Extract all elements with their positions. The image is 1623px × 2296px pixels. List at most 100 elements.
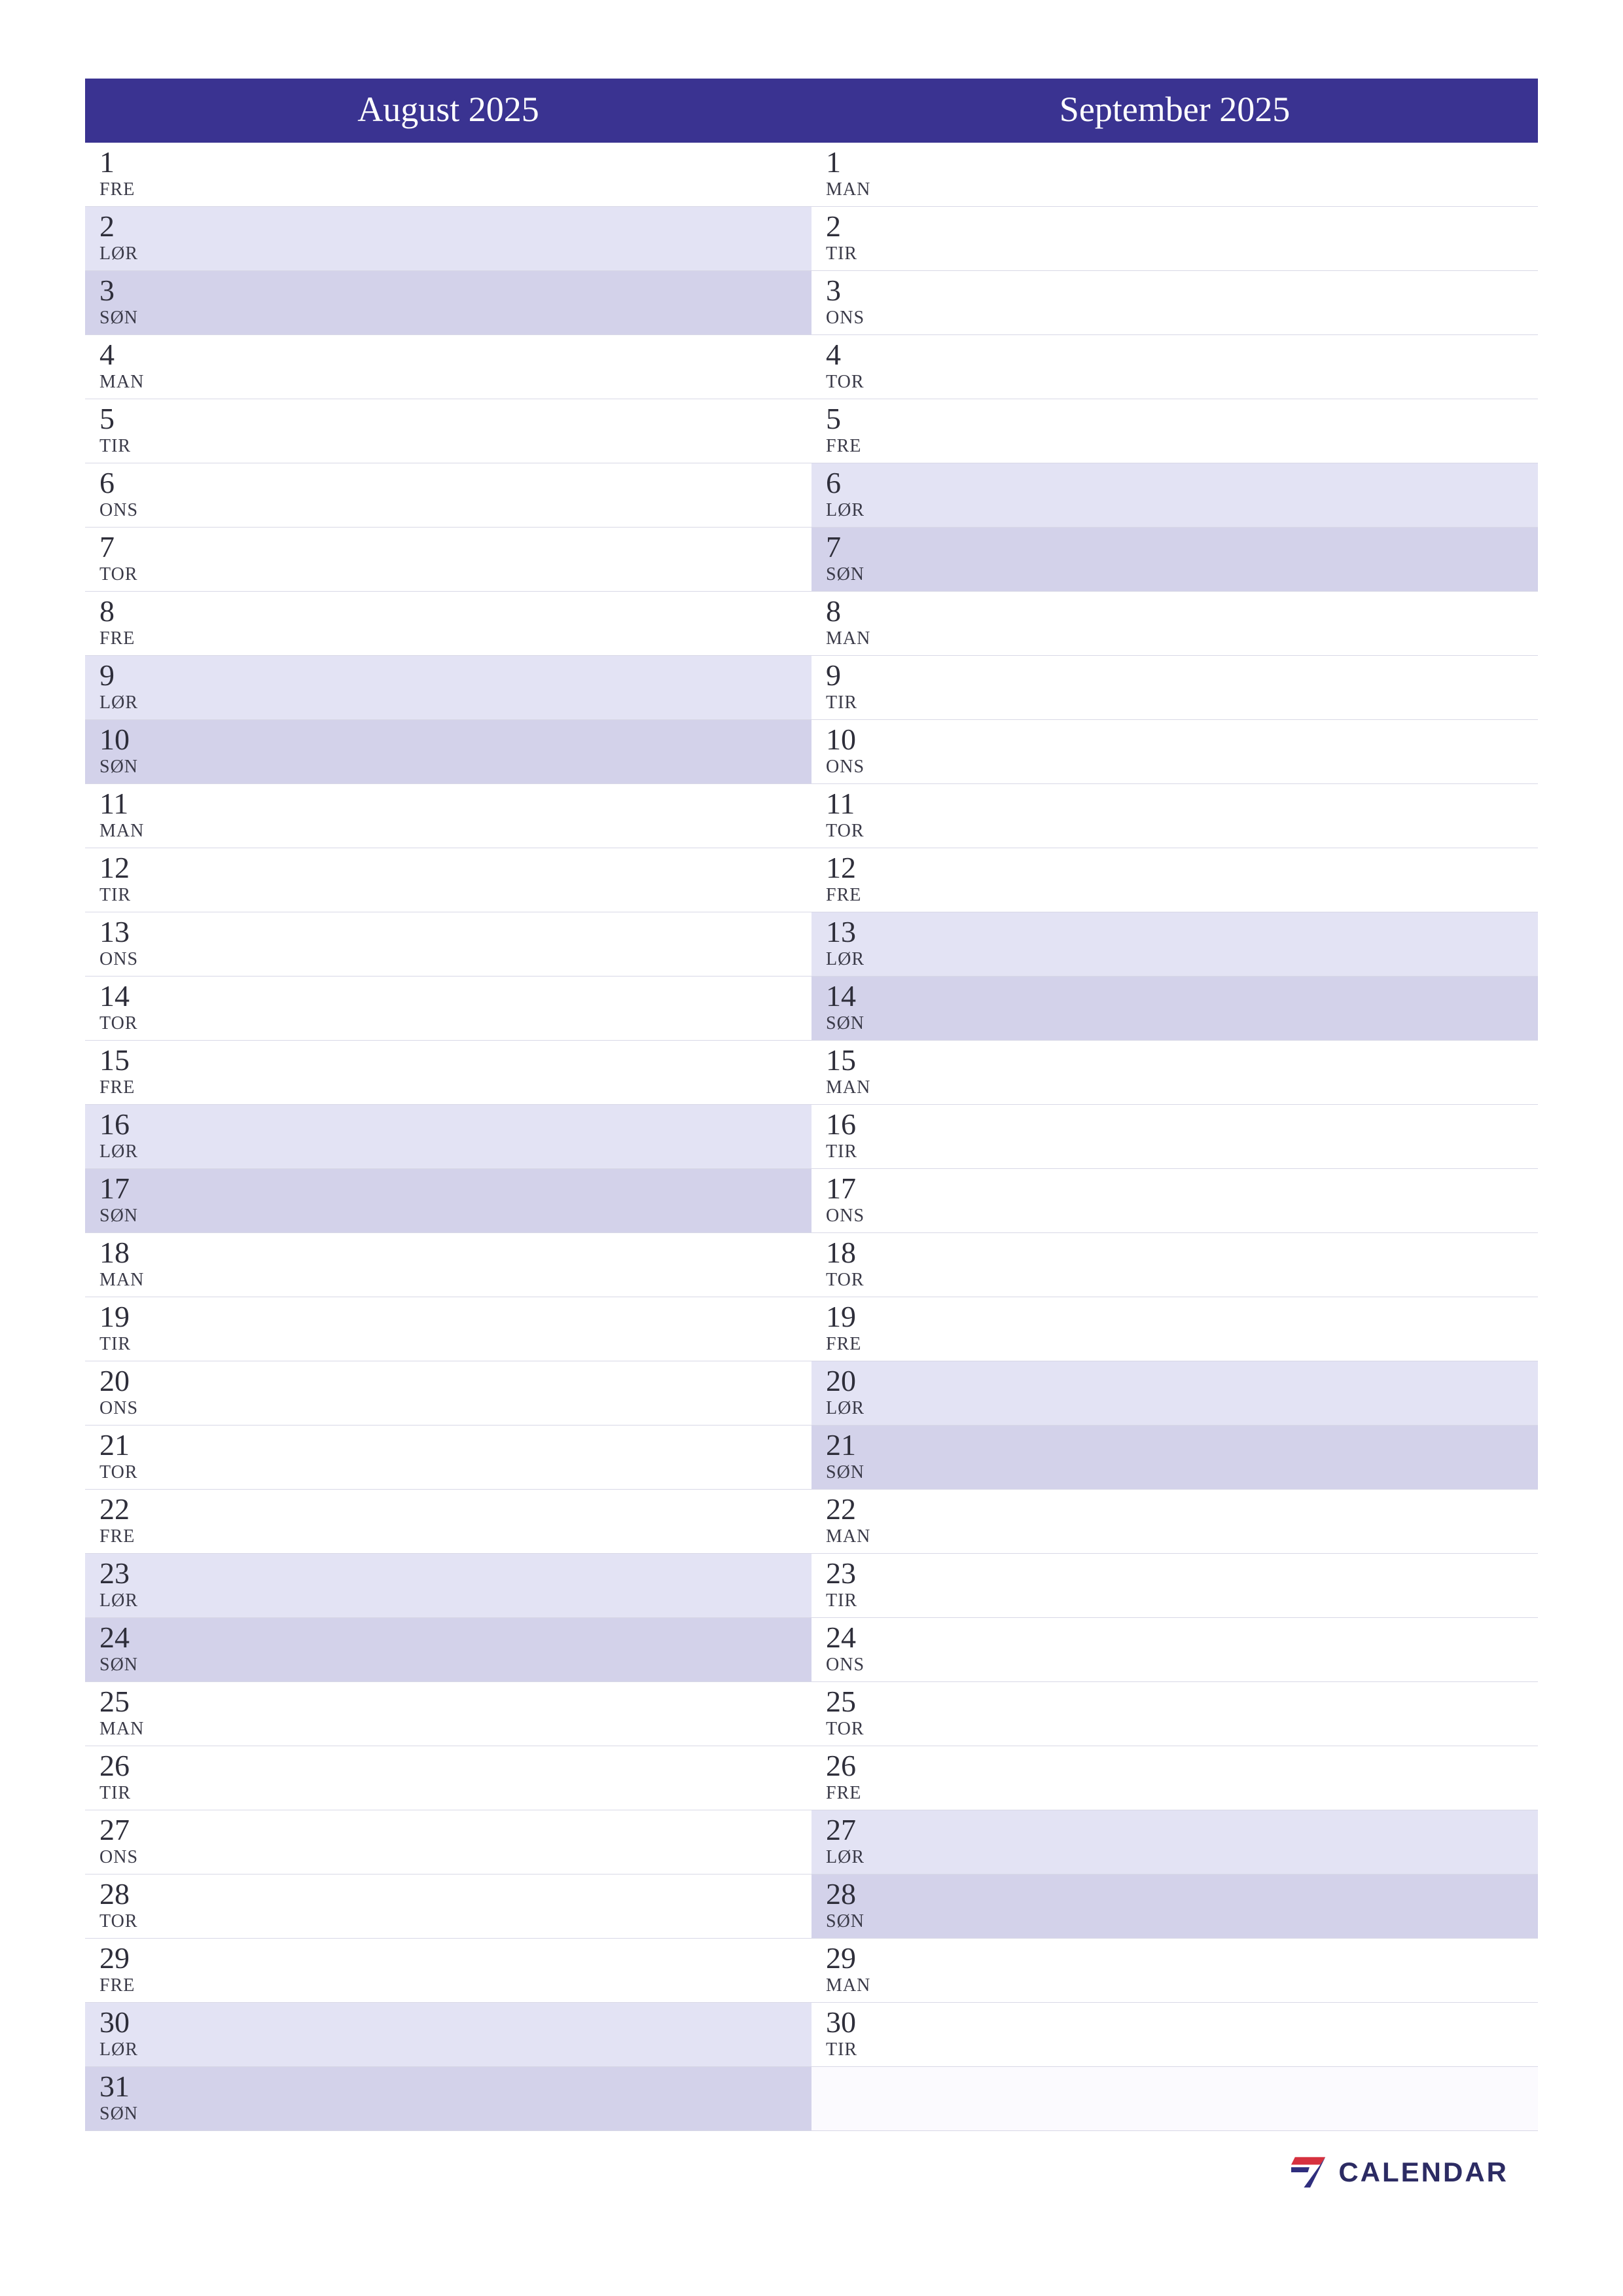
day-label: 16TIR [826,1109,891,1162]
day-label: 21SØN [826,1429,891,1483]
day-name: TIR [826,2039,857,2060]
day-number: 22 [826,1494,856,1525]
day-label: 15FRE [99,1045,165,1098]
day-label: 22MAN [826,1494,891,1547]
day-label: 25MAN [99,1686,165,1740]
month-column-left: August 2025 1FRE2LØR3SØN4MAN5TIR6ONS7TOR… [85,79,812,2131]
day-name: FRE [99,179,135,200]
day-label: 29MAN [826,1943,891,1996]
day-name: FRE [826,436,861,457]
brand-text: CALENDAR [1338,2157,1508,2188]
day-row: 27LØR [812,1810,1538,1874]
day-label: 14TOR [99,980,165,1034]
day-name: ONS [99,1398,138,1419]
day-row: 19FRE [812,1297,1538,1361]
day-label: 31SØN [99,2071,165,2125]
day-row: 2TIR [812,207,1538,271]
day-name: TOR [826,372,865,393]
day-label: 13LØR [826,916,891,970]
day-row: 26FRE [812,1746,1538,1810]
day-name: TIR [99,436,131,457]
day-label: 10ONS [826,724,891,778]
calendar-container: August 2025 1FRE2LØR3SØN4MAN5TIR6ONS7TOR… [85,79,1538,2131]
day-number: 5 [99,403,115,435]
day-label: 18MAN [99,1237,165,1291]
day-name: LØR [99,1590,138,1611]
day-number: 5 [826,403,841,435]
day-row: 9LØR [85,656,812,720]
day-number: 21 [99,1429,130,1461]
brand-logo: CALENDAR [1291,2153,1508,2191]
day-row: 28SØN [812,1874,1538,1939]
day-number: 19 [826,1301,856,1333]
day-name: TIR [826,1590,857,1611]
day-name: ONS [99,1847,138,1868]
day-row: 16TIR [812,1105,1538,1169]
day-name: TIR [826,1141,857,1162]
day-row: 20LØR [812,1361,1538,1426]
day-number: 20 [826,1365,856,1397]
day-number: 1 [826,147,841,178]
day-label: 28TOR [99,1878,165,1932]
day-row: 15MAN [812,1041,1538,1105]
day-label: 9LØR [99,660,165,713]
day-label: 24SØN [99,1622,165,1676]
day-row: 31SØN [85,2067,812,2131]
day-name: LØR [826,500,865,521]
day-row: 22FRE [85,1490,812,1554]
day-row: 5TIR [85,399,812,463]
day-label: 13ONS [99,916,165,970]
day-row: 7TOR [85,528,812,592]
day-row: 23TIR [812,1554,1538,1618]
day-row: 21TOR [85,1426,812,1490]
day-name: FRE [826,1783,861,1804]
day-number: 27 [826,1814,856,1846]
day-name: TIR [99,885,131,906]
day-number: 8 [826,596,841,627]
day-number: 16 [826,1109,856,1140]
day-label: 8FRE [99,596,165,649]
day-label: 17SØN [99,1173,165,1227]
day-number: 27 [99,1814,130,1846]
day-row: 7SØN [812,528,1538,592]
day-number: 16 [99,1109,130,1140]
day-name: MAN [826,628,870,649]
day-number: 6 [826,467,841,499]
day-row: 16LØR [85,1105,812,1169]
day-name: TOR [826,1270,865,1291]
day-row: 9TIR [812,656,1538,720]
day-name: ONS [826,757,865,778]
day-number: 10 [826,724,856,755]
day-number: 22 [99,1494,130,1525]
day-name: TIR [99,1334,131,1355]
day-name: LØR [99,243,138,264]
day-label: 6LØR [826,467,891,521]
day-row: 20ONS [85,1361,812,1426]
day-row: 17ONS [812,1169,1538,1233]
day-name: ONS [99,949,138,970]
day-label: 3ONS [826,275,891,329]
day-label: 1MAN [826,147,891,200]
day-name: SØN [99,308,138,329]
day-row [812,2067,1538,2131]
day-name: TOR [99,564,138,585]
day-number: 26 [99,1750,130,1782]
day-name: FRE [826,1334,861,1355]
day-name: SØN [99,757,138,778]
day-number: 11 [99,788,128,819]
day-name: FRE [99,1526,135,1547]
day-name: TIR [826,692,857,713]
day-label: 3SØN [99,275,165,329]
day-label: 22FRE [99,1494,165,1547]
day-label: 17ONS [826,1173,891,1227]
day-row: 15FRE [85,1041,812,1105]
day-row: 13LØR [812,912,1538,977]
day-label: 24ONS [826,1622,891,1676]
day-name: FRE [99,628,135,649]
day-name: MAN [826,1975,870,1996]
day-number: 4 [99,339,115,370]
day-number: 17 [826,1173,856,1204]
day-label: 7TOR [99,531,165,585]
day-number: 14 [826,980,856,1012]
day-label: 28SØN [826,1878,891,1932]
